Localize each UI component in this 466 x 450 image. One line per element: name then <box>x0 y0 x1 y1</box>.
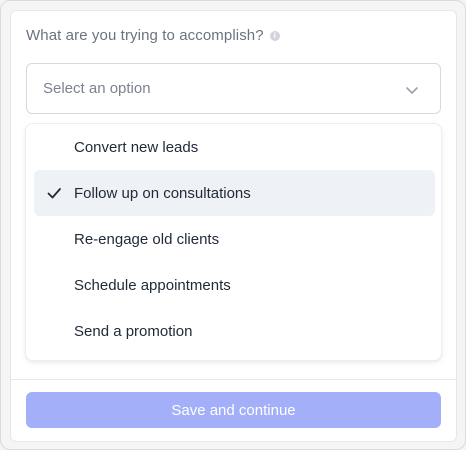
chevron-down-icon <box>406 87 418 94</box>
save-and-continue-button[interactable]: Save and continue <box>26 392 441 428</box>
option-label: Convert new leads <box>74 138 199 156</box>
check-icon <box>47 188 61 199</box>
question-label: What are you trying to accomplish? <box>26 27 264 44</box>
option-follow-up-on-consultations[interactable]: Follow up on consultations <box>34 170 435 216</box>
options-dropdown: Convert new leads Follow up on consultat… <box>25 123 442 361</box>
option-label: Re-engage old clients <box>74 230 220 248</box>
option-convert-new-leads[interactable]: Convert new leads <box>34 124 435 170</box>
form-card: What are you trying to accomplish? i Sel… <box>0 0 466 450</box>
option-label: Schedule appointments <box>74 276 231 294</box>
option-label: Follow up on consultations <box>74 184 251 202</box>
goal-select[interactable]: Select an option <box>26 63 441 114</box>
question-row: What are you trying to accomplish? i <box>26 27 280 44</box>
select-placeholder: Select an option <box>43 80 151 97</box>
option-send-a-promotion[interactable]: Send a promotion <box>34 308 435 354</box>
footer-divider <box>11 379 456 380</box>
option-schedule-appointments[interactable]: Schedule appointments <box>34 262 435 308</box>
option-label: Send a promotion <box>74 322 193 340</box>
option-re-engage-old-clients[interactable]: Re-engage old clients <box>34 216 435 262</box>
info-icon[interactable]: i <box>269 30 280 41</box>
